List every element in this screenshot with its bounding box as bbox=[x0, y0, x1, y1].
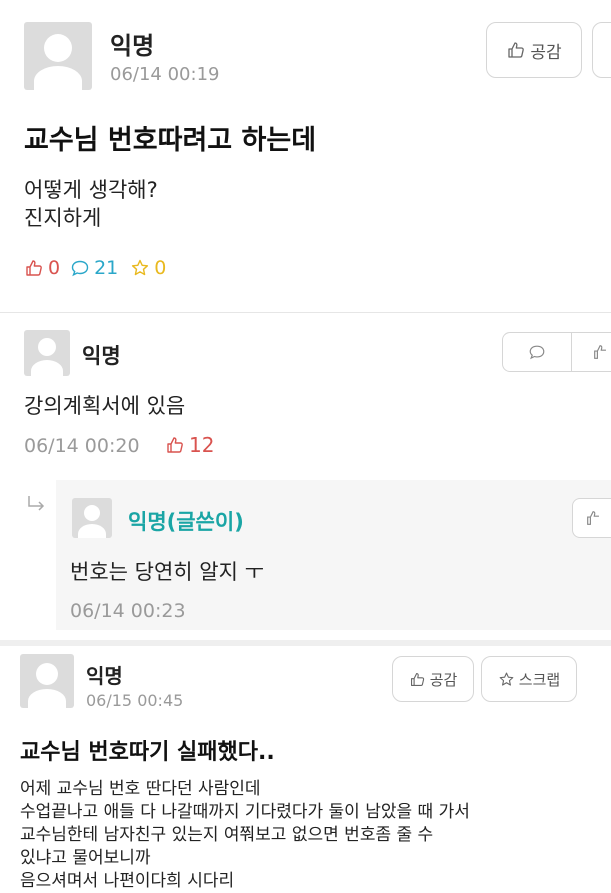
post-body-line: 어제 교수님 번호 딴다던 사람인데 bbox=[20, 779, 261, 799]
post-date: 06/15 00:45 bbox=[86, 691, 184, 710]
reply-date: 06/14 00:23 bbox=[70, 600, 186, 622]
comment-like-count: 12 bbox=[189, 433, 215, 457]
post-body-line: 교수님한테 남자친구 있는지 여쭤보고 없으면 번호좀 줄 수 bbox=[20, 825, 434, 845]
post-body-line: 수업끝나고 애들 다 나갈때까지 기다렸다가 둘이 남았을 때 가서 bbox=[20, 802, 470, 822]
post-author: 익명 bbox=[110, 32, 155, 60]
like-button-label: 공감 bbox=[530, 42, 562, 63]
star-icon bbox=[498, 671, 515, 688]
divider bbox=[0, 312, 611, 313]
like-count: 0 bbox=[48, 257, 61, 279]
post-author: 익명 bbox=[86, 664, 123, 688]
comment-icon bbox=[70, 258, 90, 278]
scrap-button-label: 스크랩 bbox=[518, 670, 561, 689]
thumbs-up-icon bbox=[506, 40, 526, 60]
post-stats: 0 21 0 bbox=[24, 256, 166, 280]
post-title: 교수님 번호따기 실패했다.. bbox=[20, 740, 275, 765]
avatar bbox=[20, 654, 74, 708]
post-body-line: 음으셔며서 나편이다희 시다리 bbox=[20, 871, 235, 891]
thumbs-up-icon bbox=[592, 343, 610, 361]
comment-icon bbox=[528, 343, 546, 361]
avatar bbox=[72, 498, 112, 538]
star-icon bbox=[130, 258, 150, 278]
reply-arrow-icon bbox=[26, 494, 48, 518]
like-button[interactable]: 공감 bbox=[392, 656, 474, 702]
reply-like-button[interactable] bbox=[572, 498, 611, 538]
post-body-line: 어떻게 생각해? bbox=[24, 178, 158, 202]
thumbs-up-icon bbox=[24, 258, 44, 278]
post-date: 06/14 00:19 bbox=[110, 64, 220, 85]
thumbs-up-icon bbox=[409, 671, 426, 688]
like-button-label: 공감 bbox=[429, 670, 458, 689]
comment-reply-button[interactable] bbox=[502, 332, 572, 372]
more-button[interactable] bbox=[592, 22, 611, 78]
reply-author: 익명(글쓴이) bbox=[128, 510, 244, 534]
scrap-button[interactable]: 스크랩 bbox=[481, 656, 577, 702]
comment-like-button[interactable] bbox=[571, 332, 611, 372]
scrap-count: 0 bbox=[154, 257, 167, 279]
avatar bbox=[24, 22, 92, 90]
post-body-line: 진지하게 bbox=[24, 206, 102, 230]
post-title: 교수님 번호따려고 하는데 bbox=[24, 125, 317, 156]
divider bbox=[0, 640, 611, 646]
comment-date: 06/14 00:20 bbox=[24, 435, 140, 457]
post-body-line: 있냐고 물어보니까 bbox=[20, 848, 151, 868]
reply-text: 번호는 당연히 알지 ㅜ bbox=[70, 560, 264, 584]
comment-author: 익명 bbox=[82, 344, 121, 368]
comment-like-stat: 12 bbox=[165, 433, 214, 457]
comment-count: 21 bbox=[94, 257, 119, 279]
comment-text: 강의계획서에 있음 bbox=[24, 394, 186, 418]
thumbs-up-icon bbox=[585, 509, 603, 527]
like-button[interactable]: 공감 bbox=[486, 22, 582, 78]
reply-box: 익명(글쓴이) 번호는 당연히 알지 ㅜ 06/14 00:23 bbox=[56, 480, 611, 630]
thumbs-up-icon bbox=[165, 435, 185, 455]
avatar bbox=[24, 330, 70, 376]
post-body: 어제 교수님 번호 딴다던 사람인데 수업끝나고 애들 다 나갈때까지 기다렸다… bbox=[20, 778, 605, 893]
